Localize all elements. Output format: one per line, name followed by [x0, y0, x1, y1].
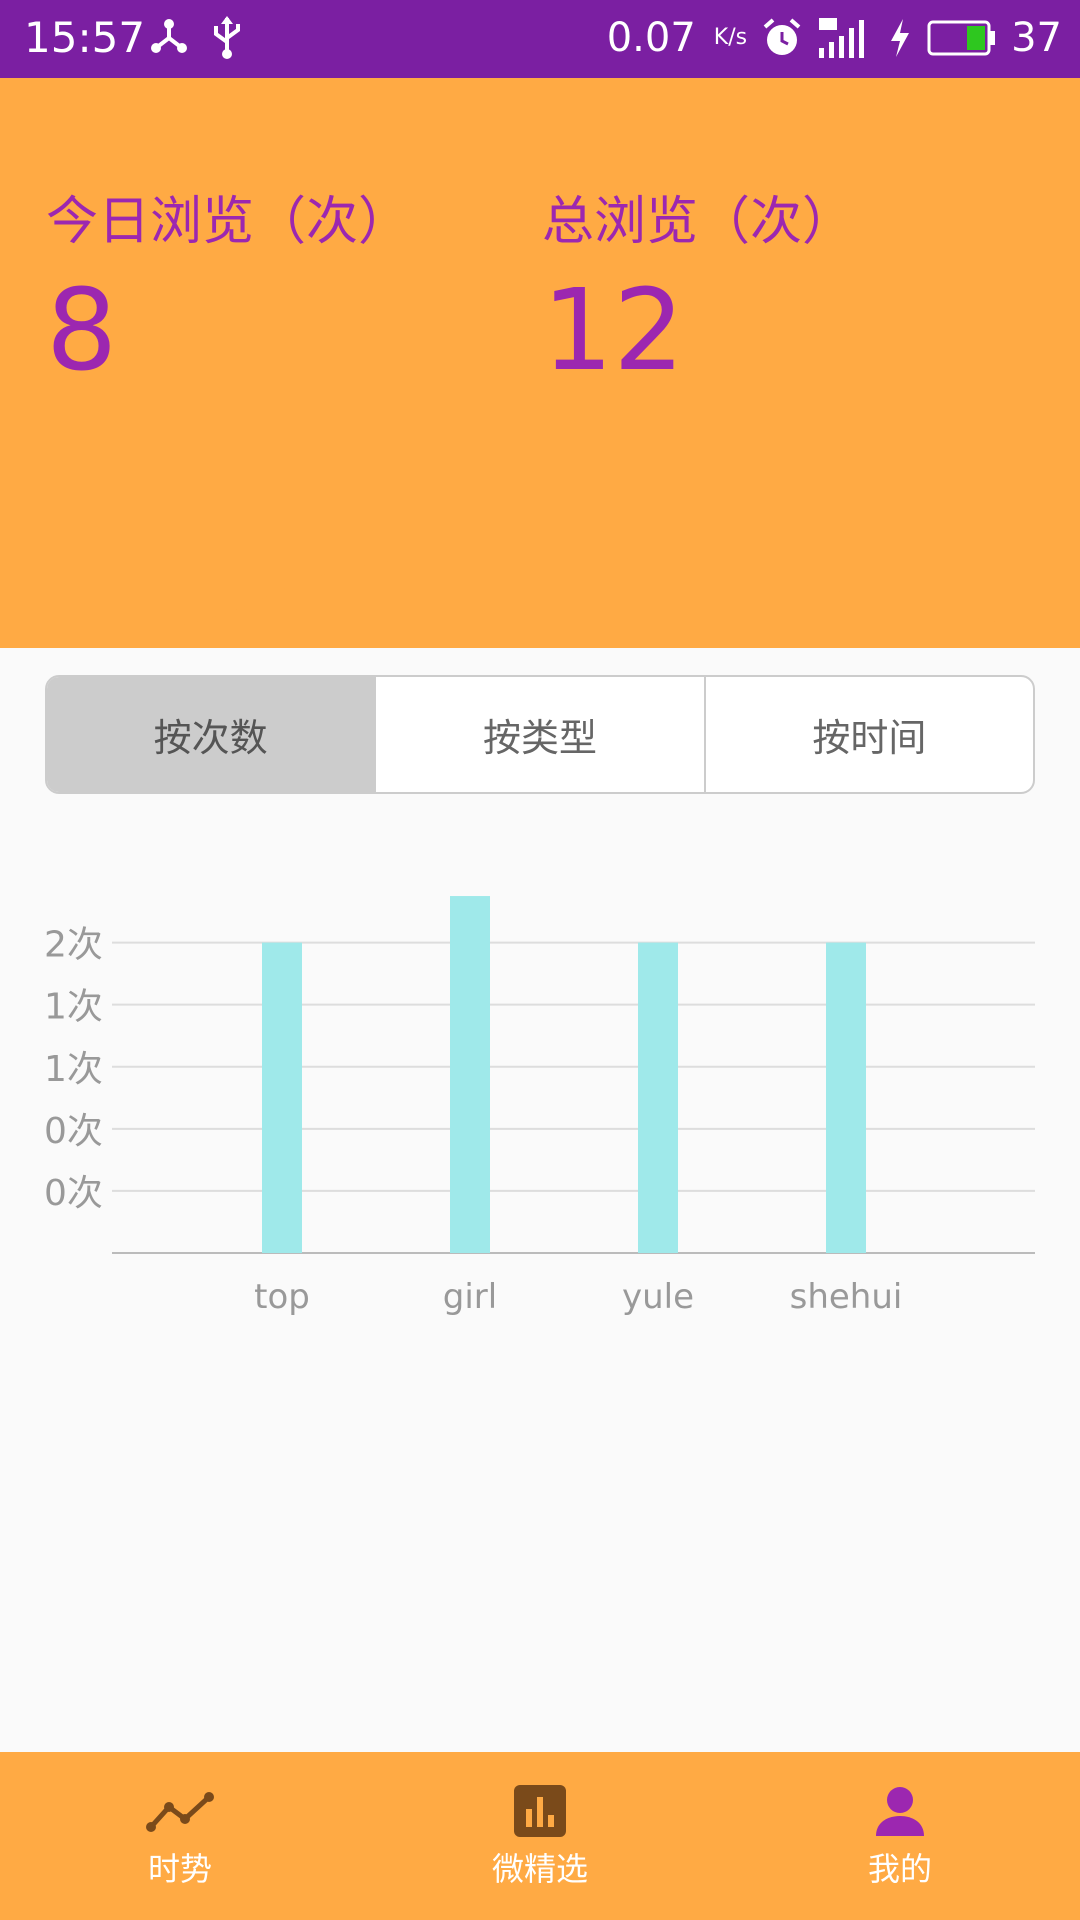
alarm-icon — [763, 18, 801, 55]
y-tick-label: 0次 — [44, 1111, 103, 1152]
today-views-stat: 今日浏览（次） 8 — [46, 190, 410, 396]
battery-percent: 37 — [1011, 15, 1062, 61]
bottom-navigation: 时势 微精选 我的 — [0, 1752, 1080, 1920]
segment-by-count[interactable]: 按次数 — [47, 677, 375, 792]
nav-item-trend[interactable]: 时势 — [0, 1752, 360, 1920]
total-views-value: 12 — [542, 266, 685, 396]
x-tick-label-girl: girl — [443, 1277, 497, 1317]
status-right-icons: 0.07 K/s 37 — [607, 12, 1062, 64]
chart-bar-girl — [450, 896, 490, 1253]
network-speed: 0.07 — [606, 15, 696, 61]
y-tick-label: 1次 — [44, 987, 103, 1028]
x-tick-label-yule: yule — [622, 1277, 694, 1317]
today-views-value: 8 — [46, 266, 118, 396]
nav-label-mine: 我的 — [867, 1850, 932, 1888]
x-tick-label-shehui: shehui — [790, 1277, 903, 1317]
segment-by-time[interactable]: 按时间 — [703, 677, 1033, 792]
network-speed-unit: K/s — [713, 25, 748, 50]
battery-icon — [927, 20, 996, 56]
header-wave — [0, 540, 1080, 637]
nav-item-mine[interactable]: 我的 — [720, 1752, 1080, 1920]
nav-item-featured[interactable]: 微精选 — [360, 1752, 720, 1920]
network-share-icon — [151, 19, 187, 53]
signal-4g-icon — [819, 18, 865, 58]
status-time: 15:57 — [24, 13, 146, 62]
trend-line-icon — [145, 1781, 215, 1841]
bar-chart: 0次 0次 1次 1次 2次 top girl yule shehui — [44, 896, 1035, 1317]
y-tick-label: 0次 — [44, 1173, 103, 1214]
today-views-label: 今日浏览（次） — [46, 192, 411, 252]
status-left-icons — [148, 14, 244, 60]
total-views-label: 总浏览（次） — [542, 192, 855, 252]
bar-chart-icon — [505, 1781, 575, 1841]
usb-icon — [214, 16, 240, 59]
segment-by-type[interactable]: 按类型 — [374, 677, 703, 792]
chart-bar-top — [262, 942, 302, 1253]
x-tick-label-top: top — [254, 1277, 310, 1317]
nav-label-trend: 时势 — [147, 1850, 212, 1888]
nav-label-featured: 微精选 — [491, 1850, 588, 1888]
chart-bar-yule — [638, 942, 678, 1253]
person-icon — [865, 1781, 935, 1841]
total-views-stat: 总浏览（次） 12 — [542, 190, 854, 396]
y-tick-label: 2次 — [44, 925, 103, 966]
y-tick-label: 1次 — [44, 1049, 103, 1090]
status-bar: 15:57 0.07 K/s 37 — [0, 0, 1080, 78]
charging-icon — [891, 19, 910, 57]
chart-bar-shehui — [826, 942, 866, 1253]
chart-mode-segmented-control: 按次数 按类型 按时间 — [45, 675, 1035, 794]
